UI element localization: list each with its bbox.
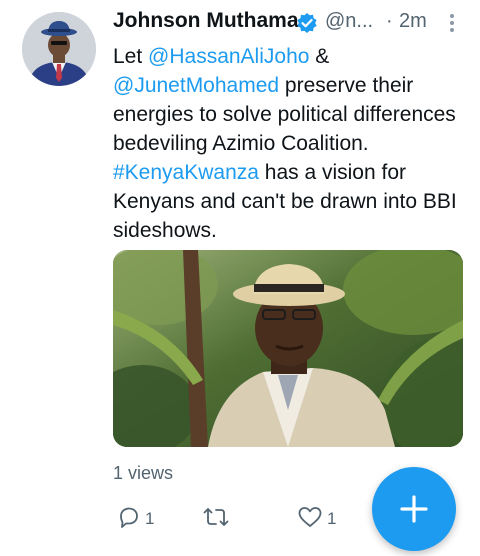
more-vertical-icon[interactable] [447, 11, 457, 33]
author-handle[interactable]: @n... [325, 10, 373, 33]
avatar[interactable] [22, 12, 96, 86]
mention-link[interactable]: @HassanAliJoho [148, 45, 309, 68]
verified-badge-icon [297, 13, 317, 33]
heart-icon [298, 507, 322, 527]
separator-dot: · [386, 10, 393, 32]
tweet-text-segment: & [309, 45, 330, 68]
reply-icon [120, 507, 138, 528]
tweet-text: Let @HassanAliJoho & @JunetMohamed prese… [113, 42, 468, 245]
retweet-icon [203, 508, 229, 526]
tweet-media-image[interactable] [113, 250, 463, 447]
tweet-text-segment: Let [113, 45, 149, 68]
view-count: 1 views [113, 463, 174, 483]
media-photo [113, 250, 463, 447]
reply-count: 1 [145, 509, 155, 528]
compose-tweet-button[interactable] [372, 467, 456, 551]
tweet-timestamp[interactable]: 2m [399, 10, 427, 33]
author-name[interactable]: Johnson Muthama [113, 9, 299, 33]
tweet-header: Johnson Muthama @n... · 2m [113, 9, 465, 39]
like-count: 1 [327, 509, 337, 528]
avatar-image [22, 12, 96, 86]
mention-link[interactable]: @JunetMohamed [113, 74, 279, 97]
plus-icon [400, 495, 428, 523]
hashtag-link[interactable]: #KenyaKwanza [113, 161, 259, 184]
